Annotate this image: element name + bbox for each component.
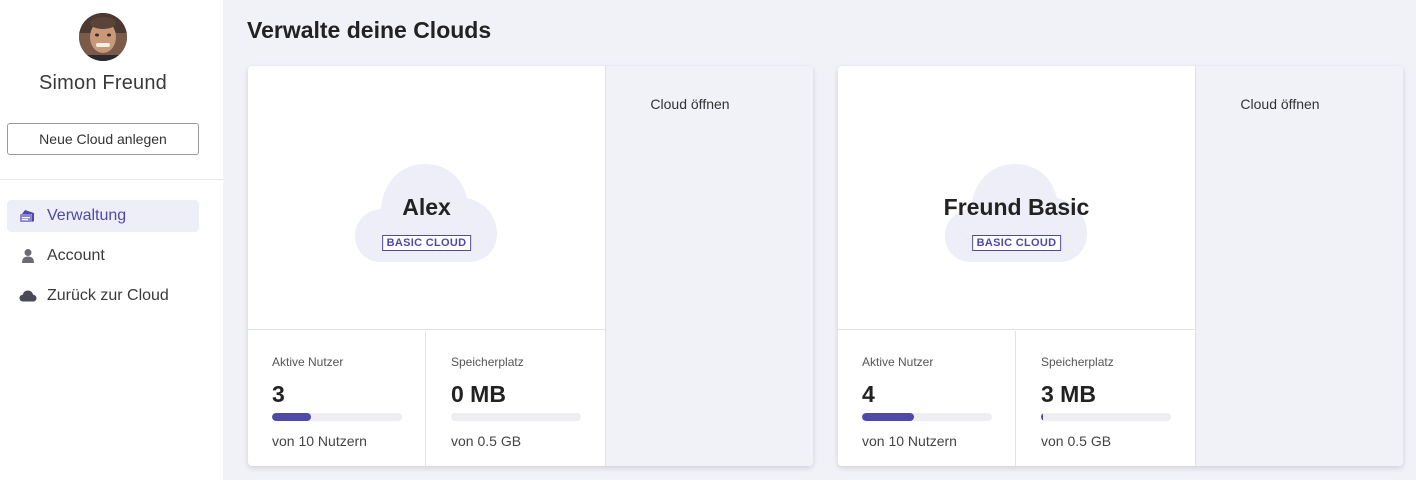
storage-progress-bar	[1041, 413, 1171, 421]
stat-label: Aktive Nutzer	[272, 355, 344, 369]
avatar-image	[79, 13, 127, 61]
user-name: Simon Freund	[38, 72, 167, 94]
sidebar: Simon Freund Neue Cloud anlegen Verwaltu…	[0, 0, 223, 480]
cloud-name: Alex	[402, 194, 451, 220]
cloud-illustration-area: Alex BASIC CLOUD	[248, 66, 605, 330]
cloud-card-actions: Cloud öffnen	[1195, 66, 1403, 466]
cloud-card: Alex BASIC CLOUD Aktive Nutzer 3 von 10 …	[248, 66, 813, 466]
avatar[interactable]	[79, 13, 127, 61]
sidebar-divider	[0, 179, 223, 180]
admin-icon	[19, 207, 37, 225]
stat-sub: von 0.5 GB	[451, 433, 522, 449]
stat-value: 3 MB	[1041, 381, 1096, 407]
stat-value: 4	[862, 381, 875, 407]
sidebar-item-label: Zurück zur Cloud	[47, 287, 169, 304]
users-progress-fill	[272, 413, 311, 421]
cloud-illustration-area: Freund Basic BASIC CLOUD	[838, 66, 1195, 330]
users-progress-fill	[862, 413, 914, 421]
user-icon	[19, 247, 37, 265]
cloud-name: Freund Basic	[943, 194, 1090, 220]
stat-label: Aktive Nutzer	[862, 355, 934, 369]
stat-sub: von 0.5 GB	[1041, 433, 1112, 449]
storage-progress-bar	[451, 413, 581, 421]
cloud-card-main: Freund Basic BASIC CLOUD Aktive Nutzer 4…	[838, 66, 1195, 466]
stat-value: 0 MB	[451, 381, 506, 407]
sidebar-item-label: Verwaltung	[47, 207, 127, 224]
cloud-card-actions: Cloud öffnen	[605, 66, 813, 466]
storage-stat: Speicherplatz 3 MB von 0.5 GB	[1017, 331, 1195, 466]
cloud-icon	[19, 287, 37, 305]
active-users-stat: Aktive Nutzer 4 von 10 Nutzern	[838, 331, 1016, 466]
cloud-card: Freund Basic BASIC CLOUD Aktive Nutzer 4…	[838, 66, 1403, 466]
page-title: Verwalte deine Clouds	[247, 17, 492, 43]
users-progress-bar	[272, 413, 402, 421]
open-cloud-link[interactable]: Cloud öffnen	[606, 96, 774, 112]
active-users-stat: Aktive Nutzer 3 von 10 Nutzern	[248, 331, 426, 466]
cloud-card-main: Alex BASIC CLOUD Aktive Nutzer 3 von 10 …	[248, 66, 605, 466]
stat-value: 3	[272, 381, 285, 407]
sidebar-item-label: Account	[47, 247, 105, 264]
sidebar-item-account[interactable]: Account	[7, 240, 199, 272]
stat-sub: von 10 Nutzern	[272, 433, 367, 449]
cloud-plan-badge: BASIC CLOUD	[971, 235, 1062, 251]
stat-label: Speicherplatz	[451, 355, 524, 369]
sidebar-item-verwaltung[interactable]: Verwaltung	[7, 200, 199, 232]
stat-sub: von 10 Nutzern	[862, 433, 957, 449]
sidebar-item-back-to-cloud[interactable]: Zurück zur Cloud	[7, 280, 199, 312]
stat-label: Speicherplatz	[1041, 355, 1114, 369]
storage-stat: Speicherplatz 0 MB von 0.5 GB	[427, 331, 605, 466]
new-cloud-button[interactable]: Neue Cloud anlegen	[7, 123, 199, 155]
users-progress-bar	[862, 413, 992, 421]
cloud-plan-badge: BASIC CLOUD	[381, 235, 472, 251]
storage-progress-fill	[1041, 413, 1043, 421]
open-cloud-link[interactable]: Cloud öffnen	[1196, 96, 1364, 112]
